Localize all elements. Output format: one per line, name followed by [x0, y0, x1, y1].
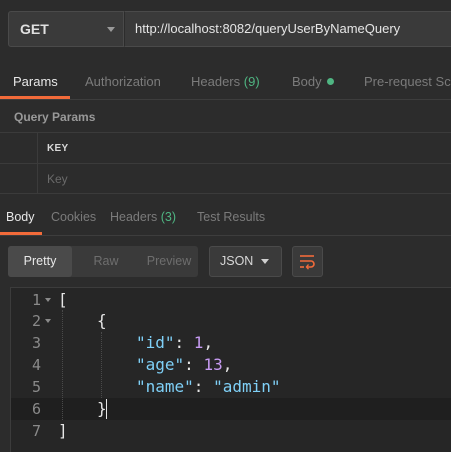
tab-label: Headers	[191, 74, 241, 89]
tab-authorization[interactable]: Authorization	[85, 74, 161, 89]
tab-label: Body	[292, 74, 322, 89]
code-line: 7 ]	[11, 420, 451, 442]
code-line: 5 "name": "admin"	[11, 376, 451, 398]
text-cursor	[106, 399, 107, 419]
code-text: ]	[58, 421, 68, 440]
active-tab-indicator	[0, 96, 70, 99]
indent-guide	[101, 332, 102, 398]
chevron-down-icon	[261, 259, 269, 264]
tab-label: Test Results	[197, 210, 266, 224]
body-indicator-dot	[326, 78, 334, 85]
line-number: 1	[31, 291, 41, 309]
request-bar: GET http://localhost:8082/queryUserByNam…	[0, 0, 451, 60]
tab-label: Headers	[110, 210, 158, 224]
method-select[interactable]: GET	[8, 11, 124, 47]
response-tabs: Body Cookies Headers (3) Test Results	[0, 200, 451, 236]
query-params-title: Query Params	[14, 110, 96, 124]
column-header-key: KEY	[47, 143, 69, 154]
line-number: 2	[31, 312, 41, 330]
response-body-viewer[interactable]: 1 [ 2 { 3 "id": 1, 4 "age": 13, 5 "name"…	[10, 287, 451, 452]
code-text: "name": "admin"	[136, 377, 281, 396]
tab-label: Pre-request Scri	[364, 74, 451, 89]
headers-count: (3)	[160, 210, 177, 224]
tab-response-headers[interactable]: Headers (3)	[110, 210, 176, 224]
params-table: KEY Key	[0, 132, 451, 195]
request-tabs: Params Authorization Headers (9) Body Pr…	[0, 64, 451, 100]
tab-pre-request-script[interactable]: Pre-request Scri	[364, 74, 451, 89]
tab-cookies[interactable]: Cookies	[51, 210, 96, 224]
params-row: Key	[0, 163, 451, 194]
wrap-lines-button[interactable]	[292, 246, 323, 277]
pretty-button[interactable]: Pretty	[8, 246, 72, 277]
preview-button[interactable]: Preview	[140, 246, 198, 277]
params-header-row: KEY	[0, 132, 451, 163]
active-tab-indicator	[0, 232, 42, 235]
line-number: 5	[31, 378, 41, 396]
url-text: http://localhost:8082/queryUserByNameQue…	[135, 21, 401, 36]
chevron-down-icon	[107, 27, 115, 32]
code-line-current: 6 }	[11, 398, 451, 420]
row-checkbox[interactable]	[0, 164, 38, 194]
fold-arrow-icon[interactable]	[45, 298, 51, 302]
tab-params[interactable]: Params	[13, 74, 58, 89]
code-text: {	[97, 311, 107, 330]
raw-button[interactable]: Raw	[72, 246, 140, 277]
line-number: 3	[31, 334, 41, 352]
tab-response-body[interactable]: Body	[6, 210, 35, 224]
method-label: GET	[20, 21, 49, 37]
checkbox-column	[0, 133, 38, 163]
line-number: 4	[31, 356, 41, 374]
code-text: [	[58, 290, 68, 309]
fold-arrow-icon[interactable]	[45, 319, 51, 323]
code-text: "age": 13,	[136, 355, 233, 374]
code-line: 4 "age": 13,	[11, 354, 451, 376]
tab-body[interactable]: Body	[292, 74, 334, 89]
format-label: JSON	[220, 254, 254, 268]
line-number: 6	[31, 400, 41, 418]
tab-test-results[interactable]: Test Results	[197, 210, 265, 224]
code-line: 3 "id": 1,	[11, 332, 451, 354]
code-line: 2 {	[11, 310, 451, 332]
headers-count: (9)	[243, 74, 260, 89]
wrap-lines-icon	[300, 255, 315, 270]
url-input[interactable]: http://localhost:8082/queryUserByNameQue…	[124, 11, 451, 47]
line-number: 7	[31, 422, 41, 440]
tab-label: Params	[13, 74, 58, 89]
key-input[interactable]: Key	[47, 172, 68, 186]
indent-guide	[62, 310, 63, 420]
format-select[interactable]: JSON	[209, 246, 282, 277]
tab-headers[interactable]: Headers (9)	[191, 74, 260, 89]
code-text: "id": 1,	[136, 333, 214, 352]
tab-label: Body	[6, 210, 35, 224]
code-line: 1 [	[11, 289, 451, 311]
tab-label: Authorization	[85, 74, 161, 89]
view-mode-toggle: Pretty Raw Preview	[8, 246, 198, 277]
tab-label: Cookies	[51, 210, 97, 224]
